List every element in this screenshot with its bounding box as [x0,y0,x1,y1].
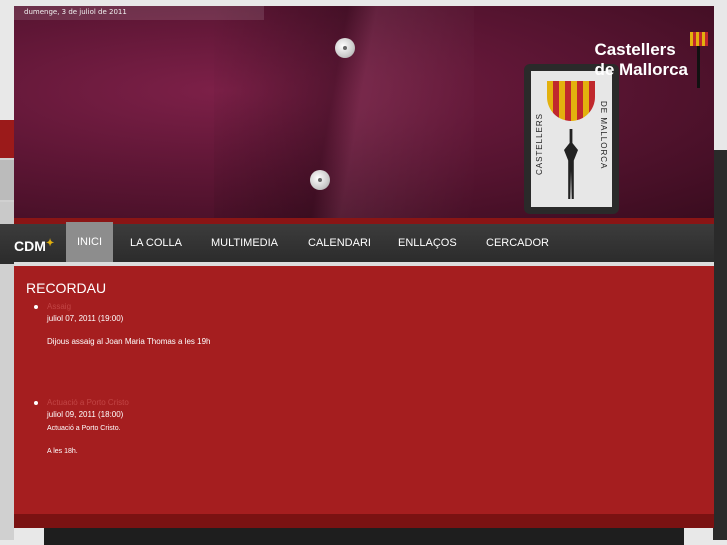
current-date: dumenge, 3 de juliol de 2011 [24,8,127,16]
content-bottom-band [14,514,714,528]
patch-text-right: DE MALLORCA [599,101,608,170]
event-description-2: A les 18h. [47,448,78,455]
logo-line-1: Castellers [594,40,676,59]
patch-flag-icon [547,81,595,121]
side-red-block [0,120,14,158]
event-description: Actuació a Porto Cristo. [47,425,121,432]
left-side-decoration [0,120,14,540]
castellers-patch: CASTELLERS DE MALLORCA [524,64,619,214]
nav-item-cercador[interactable]: CERCADOR [486,237,549,249]
brand-star-icon: ✦ [45,238,55,249]
date-bar: dumenge, 3 de juliol de 2011 [14,6,264,20]
human-tower-icon [564,129,578,199]
nav-item-calendari[interactable]: CALENDARI [308,237,371,249]
nav-item-la-colla[interactable]: LA COLLA [130,237,182,249]
event-title-link[interactable]: Actuació a Porto Cristo [47,398,129,407]
nav-item-enllacos[interactable]: ENLLAÇOS [398,237,457,249]
nav-item-multimedia[interactable]: MULTIMEDIA [211,237,278,249]
shirt-button-image [335,38,355,58]
main-content: RECORDAU Assaig juliol 07, 2011 (19:00) … [14,266,714,514]
event-item: Actuació a Porto Cristo juliol 09, 2011 … [34,398,129,455]
side-grey-block [0,160,14,200]
logo-line-2: de Mallorca [594,60,688,79]
event-title-link[interactable]: Assaig [47,302,211,311]
header-banner: dumenge, 3 de juliol de 2011 CASTELLERS … [14,6,714,218]
section-title: RECORDAU [26,280,107,296]
footer [44,528,684,545]
shirt-button-image [310,170,330,190]
logo-flag-icon [690,32,708,88]
nav-item-inici[interactable]: INICI [66,222,114,267]
main-navigation: CDM✦ INICI LA COLLA MULTIMEDIA CALENDARI… [0,222,714,267]
patch-text-left: CASTELLERS [535,113,544,176]
event-description: Dijous assaig al Joan Maria Thomas a les… [47,337,211,346]
event-date: juliol 07, 2011 (19:00) [47,314,124,323]
bullet-icon [34,305,38,309]
event-item: Assaig juliol 07, 2011 (19:00) Dijous as… [34,302,211,346]
bullet-icon [34,401,38,405]
brand-logo[interactable]: CDM✦ [14,238,54,254]
event-date: juliol 09, 2011 (18:00) [47,410,124,419]
right-side-decoration [713,150,727,540]
site-logo[interactable]: Castellers de Mallorca [594,40,688,80]
brand-text: CDM [14,238,46,254]
